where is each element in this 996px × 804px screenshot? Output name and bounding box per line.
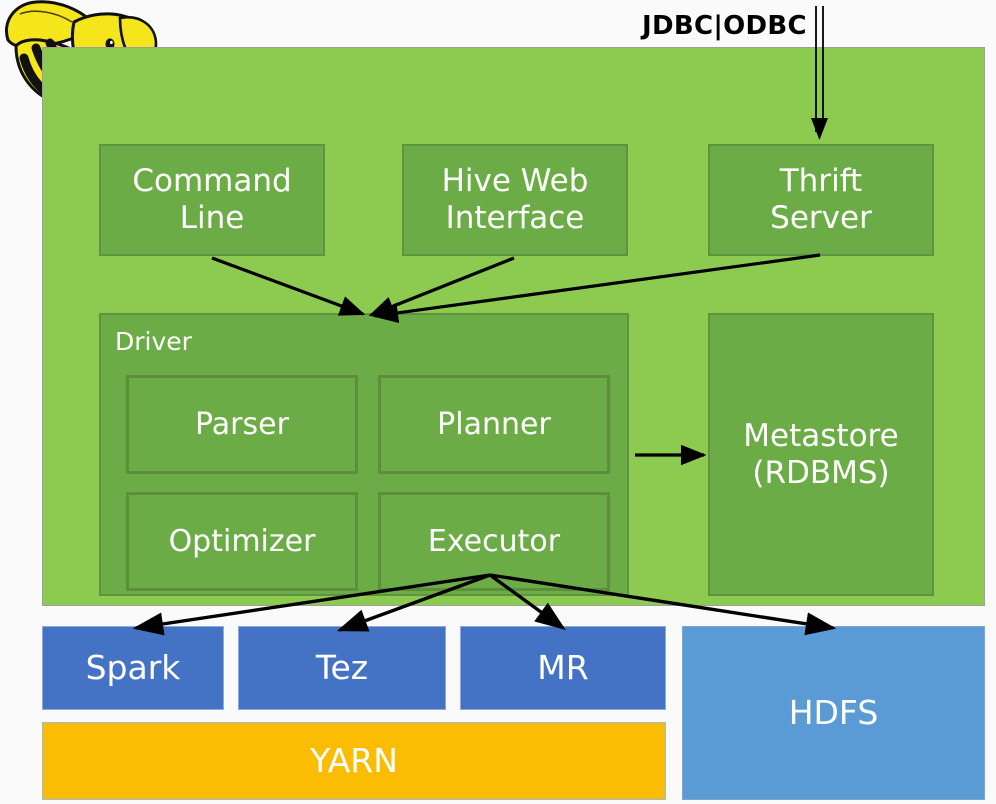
- tez-label: Tez: [315, 647, 369, 687]
- metastore-box[interactable]: Metastore (RDBMS): [708, 313, 934, 596]
- thrift-server-box[interactable]: Thrift Server: [708, 144, 934, 256]
- optimizer-box[interactable]: Optimizer: [126, 492, 358, 591]
- thrift-server-label-line1: Thrift: [779, 163, 863, 200]
- jdbc-odbc-label: JDBC|ODBC: [642, 11, 807, 41]
- spark-label: Spark: [85, 647, 181, 687]
- planner-label: Planner: [437, 406, 551, 442]
- driver-box[interactable]: Driver Parser Planner Optimizer Executor: [99, 313, 629, 596]
- optimizer-label: Optimizer: [168, 523, 316, 559]
- executor-box[interactable]: Executor: [378, 492, 610, 591]
- yarn-label: YARN: [310, 740, 398, 780]
- parser-box[interactable]: Parser: [126, 375, 358, 474]
- executor-label: Executor: [427, 523, 561, 559]
- command-line-label-line1: Command: [132, 163, 292, 200]
- tez-box[interactable]: Tez: [238, 626, 446, 710]
- driver-label: Driver: [115, 327, 192, 356]
- hive-web-interface-label-line2: Interface: [445, 200, 585, 236]
- hive-web-interface-label-line1: Hive Web: [441, 163, 589, 200]
- command-line-box[interactable]: Command Line: [99, 144, 325, 256]
- hive-web-interface-box[interactable]: Hive Web Interface: [402, 144, 628, 256]
- yarn-box[interactable]: YARN: [42, 722, 666, 800]
- parser-label: Parser: [195, 406, 289, 442]
- hive-architecture-diagram: HIVE JDBC|ODBC Command Line Hive Web Int…: [0, 0, 996, 804]
- metastore-label-line2: (RDBMS): [752, 454, 890, 491]
- mr-box[interactable]: MR: [460, 626, 666, 710]
- spark-box[interactable]: Spark: [42, 626, 224, 710]
- metastore-label-line1: Metastore: [743, 417, 899, 454]
- planner-box[interactable]: Planner: [378, 375, 610, 474]
- hdfs-label: HDFS: [788, 692, 879, 732]
- thrift-server-label-line2: Server: [770, 200, 872, 236]
- mr-label: MR: [537, 647, 589, 687]
- hdfs-box[interactable]: HDFS: [682, 626, 985, 800]
- command-line-label-line2: Line: [179, 200, 245, 236]
